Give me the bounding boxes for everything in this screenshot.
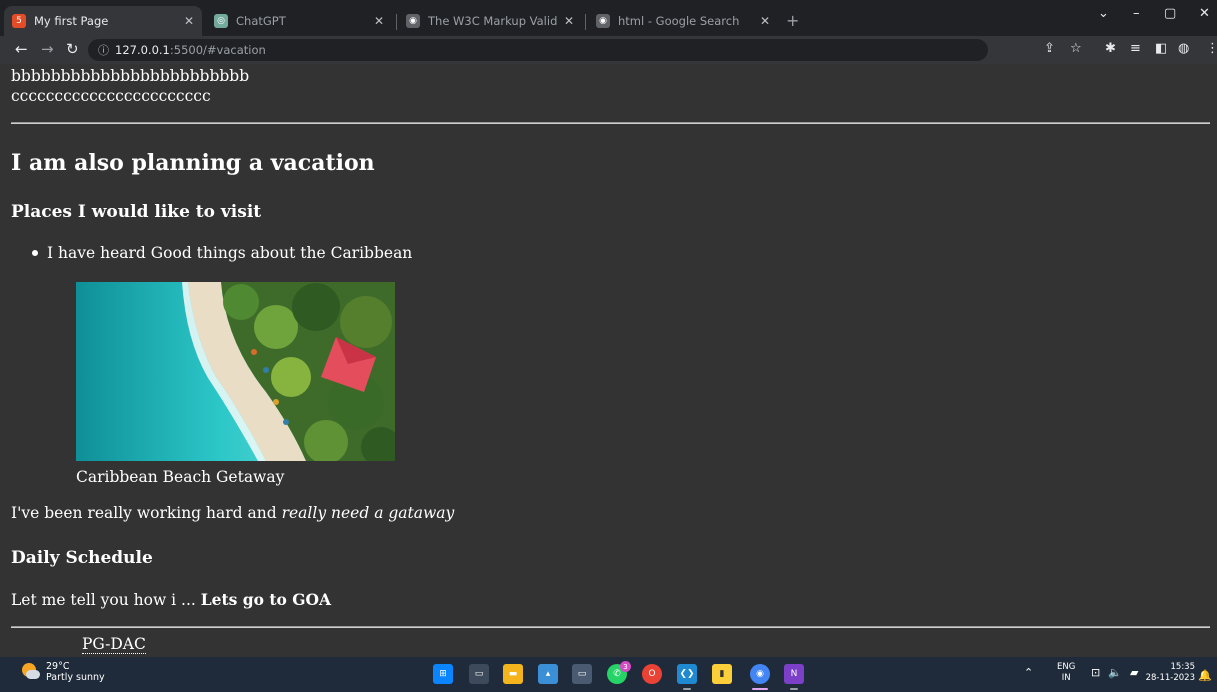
system-clock[interactable]: 15:35 28-11-2023 — [1146, 662, 1195, 684]
minimize-icon[interactable]: – — [1133, 6, 1140, 21]
whatsapp-notification-badge: 3 — [620, 661, 631, 672]
schedule-heading: Daily Schedule — [11, 548, 153, 568]
globe-favicon-icon: ◉ — [406, 14, 420, 28]
maximize-icon[interactable]: ▢ — [1164, 6, 1176, 21]
tab-search-chevron-icon[interactable]: ⌄ — [1098, 6, 1109, 21]
menu-kebab-icon[interactable]: ⋮ — [1206, 41, 1217, 56]
region-code: IN — [1061, 673, 1071, 683]
sticky-notes-icon[interactable]: ▮ — [712, 664, 732, 684]
vacation-heading: I am also planning a vacation — [11, 150, 375, 176]
paragraph-text: Let me tell you how i ... — [11, 591, 201, 609]
tab-chatgpt[interactable]: ◎ ChatGPT ✕ — [206, 6, 392, 36]
url-host: 127.0.0.1 — [115, 43, 170, 57]
chatgpt-favicon-icon: ◎ — [214, 14, 228, 28]
tab-title: My first Page — [34, 14, 109, 28]
extensions-puzzle-icon[interactable]: ✱ — [1105, 41, 1116, 56]
browser-tab-strip: 5 My first Page ✕ ◎ ChatGPT ✕ ◉ The W3C … — [0, 0, 1217, 36]
network-icon[interactable]: ⊡ — [1091, 666, 1100, 679]
new-tab-plus-icon[interactable]: + — [786, 11, 799, 30]
show-hidden-icons-chevron-icon[interactable]: ⌃ — [1024, 666, 1033, 679]
close-tab-icon[interactable]: ✕ — [184, 14, 194, 28]
tab-title: html - Google Search — [618, 14, 740, 28]
forward-arrow-icon[interactable]: → — [41, 40, 54, 58]
language-indicator[interactable]: ENG IN — [1057, 662, 1075, 684]
bookmark-star-icon[interactable]: ☆ — [1070, 41, 1082, 56]
weather-description: Partly sunny — [46, 672, 105, 683]
photos-icon[interactable]: ▴ — [538, 664, 558, 684]
language-code: ENG — [1057, 662, 1076, 672]
close-tab-icon[interactable]: ✕ — [760, 14, 770, 28]
back-arrow-icon[interactable]: ← — [15, 40, 28, 58]
web-page-content: bbbbbbbbbbbbbbbbbbbbbbbb ccccccccccccccc… — [0, 64, 1217, 657]
terminal-icon[interactable]: ▭ — [572, 664, 592, 684]
list-item-text: I have heard Good things about the Carib… — [47, 244, 413, 262]
pg-dac-link[interactable]: PG-DAC — [82, 636, 146, 654]
tab-separator — [585, 14, 586, 30]
clock-time: 15:35 — [1170, 662, 1196, 672]
notification-bell-icon[interactable]: 🔔 — [1198, 669, 1212, 682]
caribbean-beach-image — [76, 282, 395, 461]
text-line-b: bbbbbbbbbbbbbbbbbbbbbbbb — [11, 67, 250, 85]
places-heading: Places I would like to visit — [11, 202, 262, 222]
windows-taskbar: 29°C Partly sunny ⊞ ▭ ▬ ▴ ▭ ✆ 3 O ❮❯ ▮ ◉… — [0, 657, 1217, 692]
horizontal-rule — [11, 626, 1210, 628]
strong-text: Lets go to GOA — [200, 590, 332, 609]
weather-widget[interactable]: 29°C Partly sunny — [22, 661, 105, 683]
running-indicator — [683, 688, 691, 690]
windows-start-icon[interactable]: ⊞ — [433, 664, 453, 684]
vscode-icon[interactable]: ❮❯ — [677, 664, 697, 684]
tab-separator — [396, 14, 397, 30]
globe-favicon-icon: ◉ — [596, 14, 610, 28]
volume-icon[interactable]: 🔈 — [1108, 666, 1122, 679]
paragraph-text: I've been really working hard and — [11, 504, 282, 522]
task-view-icon[interactable]: ▭ — [469, 664, 489, 684]
reload-icon[interactable]: ↻ — [66, 40, 79, 58]
active-app-indicator — [752, 688, 768, 690]
battery-icon[interactable]: ▰ — [1130, 666, 1138, 679]
close-tab-icon[interactable]: ✕ — [374, 14, 384, 28]
partly-sunny-icon — [22, 663, 40, 681]
paragraph-work: I've been really working hard and really… — [11, 504, 454, 522]
tab-my-first-page[interactable]: 5 My first Page ✕ — [4, 6, 202, 36]
running-indicator — [790, 688, 798, 690]
horizontal-rule — [11, 122, 1210, 124]
url-path: :5500/#vacation — [169, 43, 266, 57]
close-tab-icon[interactable]: ✕ — [564, 14, 574, 28]
tab-title: The W3C Markup Validation Ser — [428, 14, 558, 28]
bullet-dot-icon — [32, 250, 38, 256]
address-bar[interactable]: ⓘ 127.0.0.1:5500/#vacation — [88, 39, 988, 61]
browser-toolbar: ← → ↻ ⓘ 127.0.0.1:5500/#vacation ⇪ ☆ ✱ ≡… — [0, 36, 1217, 64]
opera-browser-icon[interactable]: O — [642, 664, 662, 684]
side-panel-icon[interactable]: ◧ — [1155, 41, 1167, 56]
tab-google-search[interactable]: ◉ html - Google Search ✕ — [588, 6, 778, 36]
reading-list-icon[interactable]: ≡ — [1130, 41, 1141, 56]
image-caption: Caribbean Beach Getaway — [76, 468, 285, 486]
site-info-icon[interactable]: ⓘ — [98, 42, 109, 58]
chrome-icon[interactable]: ◉ — [750, 664, 770, 684]
tab-title: ChatGPT — [236, 14, 286, 28]
emphasis-text: really need a gataway — [281, 504, 455, 522]
paragraph-goa: Let me tell you how i ... Lets go to GOA — [11, 590, 331, 609]
clock-date: 28-11-2023 — [1145, 673, 1195, 683]
tab-w3c-validator[interactable]: ◉ The W3C Markup Validation Ser ✕ — [398, 6, 582, 36]
html5-favicon-icon: 5 — [12, 14, 26, 28]
beach-aerial-illustration — [76, 282, 395, 461]
onenote-icon[interactable]: N — [784, 664, 804, 684]
profile-avatar-icon[interactable]: ◍ — [1178, 41, 1189, 56]
file-explorer-icon[interactable]: ▬ — [503, 664, 523, 684]
close-window-icon[interactable]: ✕ — [1199, 6, 1210, 21]
list-item: I have heard Good things about the Carib… — [32, 244, 412, 262]
share-icon[interactable]: ⇪ — [1044, 41, 1055, 56]
weather-temperature: 29°C — [46, 661, 70, 672]
text-line-c: ccccccccccccccccccccccc — [11, 87, 211, 105]
